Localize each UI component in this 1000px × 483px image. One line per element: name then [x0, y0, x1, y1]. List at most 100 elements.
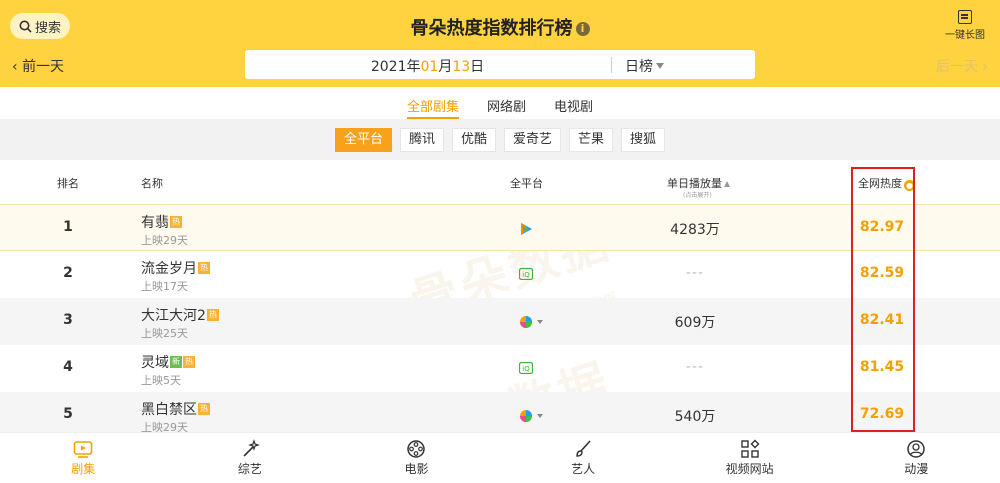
- info-icon[interactable]: i: [575, 22, 590, 36]
- platform-sohu[interactable]: 搜狐: [621, 127, 666, 152]
- date-picker[interactable]: 2021年01月13日: [245, 56, 610, 76]
- nav-artists[interactable]: 艺人: [500, 433, 667, 483]
- platform-mango[interactable]: 芒果: [569, 127, 614, 152]
- nav-variety[interactable]: 综艺: [167, 433, 334, 483]
- row-name: 大江大河2 热: [141, 305, 219, 325]
- document-icon: [958, 10, 972, 24]
- tab-web-dramas[interactable]: 网络剧: [487, 87, 526, 119]
- nav-label: 剧集: [71, 462, 96, 476]
- row-rank: 2: [63, 265, 73, 281]
- divider: [611, 57, 612, 73]
- col-rank: 排名: [57, 177, 79, 190]
- col-platform: 全平台: [510, 177, 543, 190]
- chevron-right-icon: ›: [982, 59, 988, 75]
- tab-all-dramas[interactable]: 全部剧集: [406, 87, 459, 119]
- nav-movies[interactable]: 电影: [333, 433, 500, 483]
- date-selector: 2021年01月13日 日榜: [245, 50, 755, 79]
- svg-text:iQ: iQ: [522, 365, 530, 373]
- platform-iqiyi[interactable]: 爱奇艺: [504, 127, 562, 152]
- table-row[interactable]: 3 大江大河2 热 上映25天 609万 82.41: [0, 298, 1000, 345]
- col-name: 名称: [141, 177, 163, 190]
- hot-badge: 热: [206, 309, 219, 321]
- platform-filter: 全平台 腾讯 优酷 爱奇艺 芒果 搜狐: [0, 119, 1000, 160]
- header: 搜索 骨朵热度指数排行榜 i 一键长图 ‹ 前一天 2021年01月13日 日榜 …: [0, 0, 1000, 87]
- row-name-text: 灵域: [141, 355, 169, 371]
- multi-platform-icon[interactable]: [519, 409, 547, 423]
- row-name-text: 黑白禁区: [141, 402, 197, 418]
- table-row[interactable]: 1 有翡热 上映29天 4283万 82.97: [0, 204, 1000, 251]
- iqiyi-icon: iQ: [519, 362, 533, 374]
- hot-badge: 热: [198, 403, 210, 415]
- nav-label: 艺人: [571, 462, 596, 476]
- film-reel-icon: [407, 440, 426, 458]
- brush-icon: [576, 440, 591, 457]
- row-rank: 1: [63, 219, 73, 235]
- row-rank: 5: [63, 406, 73, 422]
- row-release: 上映17天: [141, 280, 188, 293]
- row-plays: 540万: [674, 409, 716, 425]
- table-row[interactable]: 4 灵域新热 上映5天 iQ --- 81.45: [0, 345, 1000, 392]
- iqiyi-icon: iQ: [519, 268, 533, 280]
- page-title-text: 骨朵热度指数排行榜: [410, 18, 573, 39]
- hot-badge: 热: [170, 216, 182, 228]
- col-plays[interactable]: 单日播放量: [667, 175, 730, 191]
- next-day-label: 后一天: [935, 59, 978, 75]
- nav-label: 电影: [404, 462, 429, 476]
- prev-day-label: 前一天: [22, 59, 65, 75]
- row-release: 上映5天: [141, 374, 181, 387]
- next-day-button[interactable]: 后一天 ›: [936, 56, 988, 76]
- rank-type-dropdown[interactable]: 日榜: [625, 56, 664, 76]
- date-month: 01: [420, 59, 439, 75]
- nav-label: 视频网站: [725, 462, 774, 476]
- nav-dramas[interactable]: 剧集: [0, 433, 167, 483]
- grid-icon: [740, 439, 760, 458]
- prev-day-button[interactable]: ‹ 前一天: [12, 56, 64, 76]
- category-tabs: 全部剧集 网络剧 电视剧: [0, 87, 1000, 119]
- row-name-text: 流金岁月: [141, 261, 197, 277]
- row-release: 上映25天: [141, 327, 188, 340]
- row-rank: 4: [63, 359, 73, 375]
- nav-label: 综艺: [237, 462, 262, 476]
- table-row[interactable]: 5 黑白禁区热 上映29天 540万 72.69: [0, 392, 1000, 434]
- nav-video-sites[interactable]: 视频网站: [666, 433, 833, 483]
- platform-all[interactable]: 全平台: [334, 127, 392, 152]
- face-icon: [907, 440, 926, 458]
- table-header: 排名 名称 全平台 单日播放量 (点击展开) 全网热度 ●: [0, 160, 1000, 204]
- date-year: 2021: [370, 59, 407, 75]
- hot-badge: 热: [183, 356, 195, 368]
- tencent-video-icon: [521, 223, 532, 235]
- row-name-text: 有翡: [141, 215, 169, 231]
- platform-tencent[interactable]: 腾讯: [399, 127, 444, 152]
- svg-text:iQ: iQ: [522, 271, 530, 279]
- col-plays-label: 单日播放量: [667, 177, 722, 190]
- date-day-unit: 日: [470, 59, 485, 75]
- tv-icon: [73, 441, 93, 458]
- tab-tv-dramas[interactable]: 电视剧: [554, 87, 593, 119]
- nav-anime[interactable]: 动漫: [833, 433, 1000, 483]
- sort-icon: [724, 181, 730, 187]
- highlight-box: [851, 167, 915, 432]
- caret-down-icon: [656, 63, 664, 69]
- row-name: 有翡热: [141, 212, 182, 232]
- row-name-text: 大江大河2: [141, 308, 206, 324]
- bottom-nav: 剧集 综艺 电影 艺人 视频网站 动漫: [0, 432, 1000, 483]
- row-release: 上映29天: [141, 234, 188, 247]
- magic-wand-icon: [243, 439, 260, 457]
- table-row[interactable]: 2 流金岁月热 上映17天 iQ --- 82.59: [0, 251, 1000, 298]
- row-rank: 3: [63, 312, 73, 328]
- row-name: 流金岁月热: [141, 258, 210, 278]
- multi-platform-icon[interactable]: [519, 315, 547, 329]
- col-plays-hint: (点击展开): [683, 192, 712, 199]
- nav-label: 动漫: [904, 462, 929, 476]
- new-badge: 新: [170, 356, 182, 368]
- hot-badge: 热: [198, 262, 210, 274]
- date-month-unit: 月: [438, 59, 453, 75]
- platform-youku[interactable]: 优酷: [451, 127, 496, 152]
- row-plays: 4283万: [670, 222, 720, 238]
- date-year-unit: 年: [406, 59, 421, 75]
- long-image-label: 一键长图: [945, 30, 985, 41]
- chevron-left-icon: ‹: [12, 59, 18, 75]
- date-day: 13: [452, 59, 471, 75]
- long-image-button[interactable]: 一键长图: [940, 10, 990, 41]
- row-name: 灵域新热: [141, 352, 195, 372]
